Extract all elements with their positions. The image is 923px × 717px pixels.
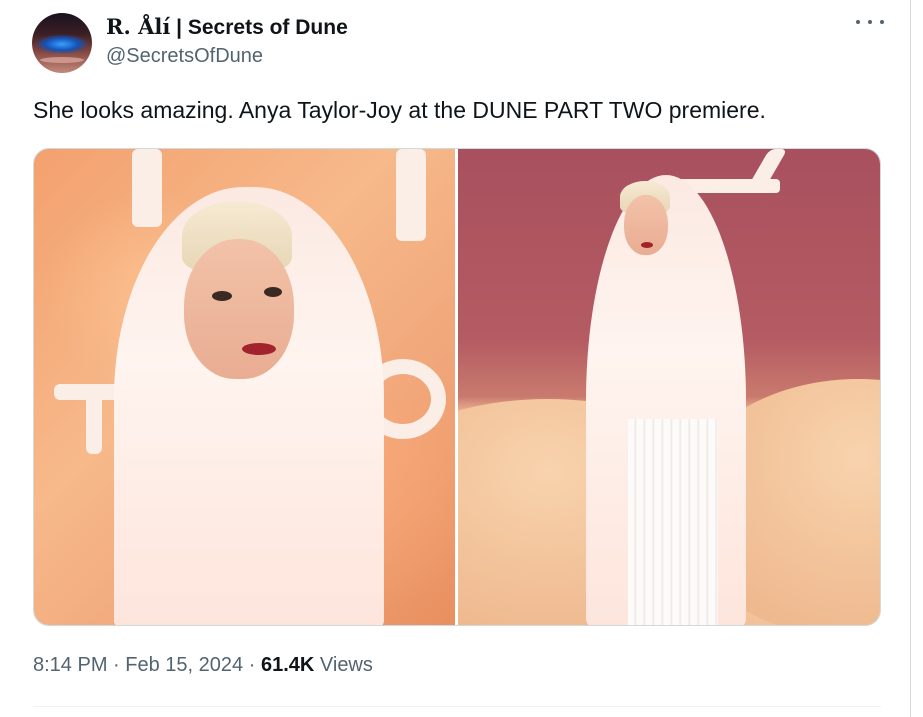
- tweet-card: R. Ålí | Secrets of Dune @SecretsOfDune …: [0, 0, 911, 717]
- views-label: Views: [319, 654, 373, 676]
- tweet-meta: 8:14 PM · Feb 15, 2024 · 61.4K Views: [33, 654, 373, 677]
- photo-left[interactable]: [34, 149, 455, 625]
- tweet-text: She looks amazing. Anya Taylor-Joy at th…: [33, 97, 766, 123]
- more-options-icon[interactable]: [856, 12, 884, 32]
- divider: [33, 706, 881, 707]
- display-name-rest: | Secrets of Dune: [170, 16, 348, 39]
- tweet-time[interactable]: 8:14 PM: [33, 654, 107, 676]
- display-name[interactable]: R. Ålí | Secrets of Dune: [106, 14, 348, 40]
- photo-right[interactable]: [458, 149, 880, 625]
- meta-separator: ·: [113, 654, 120, 676]
- display-name-prefix: R. Ålí: [106, 14, 171, 39]
- meta-separator: ·: [248, 654, 256, 676]
- tweet-media: [33, 148, 881, 626]
- avatar[interactable]: [32, 13, 92, 73]
- views-count: 61.4K: [260, 654, 315, 676]
- user-handle[interactable]: @SecretsOfDune: [106, 45, 263, 68]
- tweet-date[interactable]: Feb 15, 2024: [125, 654, 243, 676]
